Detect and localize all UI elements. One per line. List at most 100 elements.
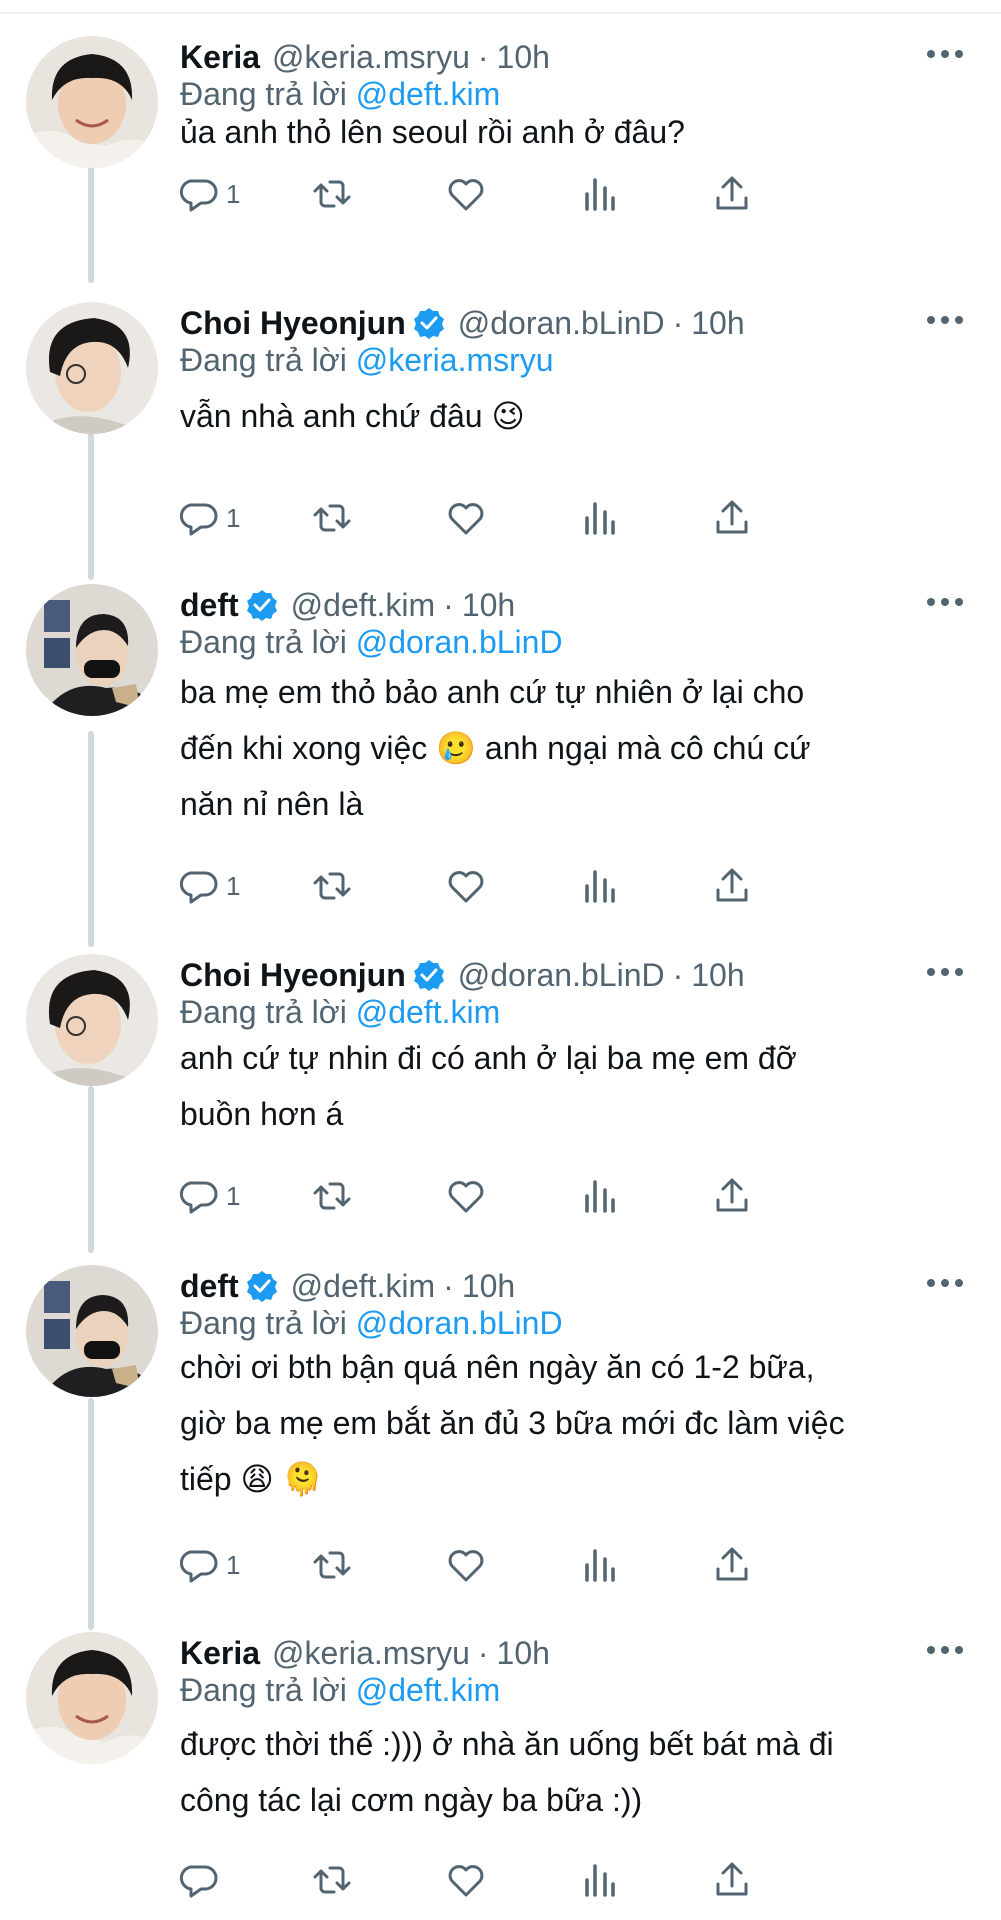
more-icon[interactable] <box>925 310 965 330</box>
reply-button[interactable]: 1 <box>180 864 240 908</box>
like-button[interactable] <box>446 1858 486 1902</box>
avatar[interactable] <box>26 36 158 168</box>
views-button[interactable] <box>580 1174 620 1218</box>
like-button[interactable] <box>446 1543 486 1587</box>
reply-button[interactable]: 1 <box>180 1543 240 1587</box>
retweet-button[interactable] <box>312 1858 352 1902</box>
user-handle[interactable]: @keria.msryu <box>272 39 470 76</box>
share-button[interactable] <box>712 1858 752 1902</box>
timestamp[interactable]: 10h <box>691 957 744 994</box>
retweet-button[interactable] <box>312 1543 352 1587</box>
more-icon[interactable] <box>925 962 965 982</box>
reply-button[interactable]: 1 <box>180 1174 240 1218</box>
user-handle[interactable]: @doran.bLinD <box>458 957 665 994</box>
tweet[interactable]: deft @deft.kim · 10h Đang trả lời @doran… <box>0 1265 1001 1595</box>
timestamp[interactable]: 10h <box>497 1635 550 1672</box>
separator-dot: · <box>477 38 489 75</box>
display-name[interactable]: Keria <box>180 1635 260 1672</box>
timestamp[interactable]: 10h <box>462 587 515 624</box>
share-button[interactable] <box>712 864 752 908</box>
like-icon <box>448 871 484 903</box>
avatar[interactable] <box>26 954 158 1086</box>
reply-button[interactable]: 1 <box>180 496 240 540</box>
reply-button[interactable] <box>180 1858 226 1902</box>
display-name[interactable]: deft <box>180 587 239 624</box>
views-button[interactable] <box>580 1858 620 1902</box>
replying-label: Đang trả lời <box>180 994 347 1030</box>
share-icon <box>716 500 748 534</box>
retweet-button[interactable] <box>312 172 352 216</box>
reply-count: 1 <box>226 1180 241 1211</box>
views-button[interactable] <box>580 172 620 216</box>
separator-dot: · <box>672 956 684 993</box>
more-icon[interactable] <box>925 44 965 64</box>
share-button[interactable] <box>712 1174 752 1218</box>
display-name[interactable]: Keria <box>180 39 260 76</box>
top-divider <box>0 12 1001 14</box>
replying-to: Đang trả lời @deft.kim <box>180 1672 500 1709</box>
retweet-button[interactable] <box>312 496 352 540</box>
timestamp[interactable]: 10h <box>497 39 550 76</box>
reply-icon <box>180 179 218 212</box>
mention-link[interactable]: @keria.msryu <box>356 342 554 378</box>
avatar[interactable] <box>26 1265 158 1397</box>
user-handle[interactable]: @deft.kim <box>291 1268 436 1305</box>
share-button[interactable] <box>712 1543 752 1587</box>
retweet-icon <box>313 504 351 532</box>
replying-to: Đang trả lời @doran.bLinD <box>180 624 563 661</box>
tweet[interactable]: Keria @keria.msryu · 10h Đang trả lời @d… <box>0 36 1001 266</box>
tweet-line: năn nỉ nên là <box>180 786 364 822</box>
replying-label: Đang trả lời <box>180 1672 347 1708</box>
like-button[interactable] <box>446 496 486 540</box>
verified-badge-icon <box>246 590 277 621</box>
views-button[interactable] <box>580 496 620 540</box>
display-name[interactable]: deft <box>180 1268 239 1305</box>
views-button[interactable] <box>580 864 620 908</box>
display-name[interactable]: Choi Hyeonjun <box>180 957 406 994</box>
user-handle[interactable]: @deft.kim <box>291 587 436 624</box>
tweet-line: ủa anh thỏ lên seoul rồi anh ở đâu? <box>180 114 685 150</box>
timestamp[interactable]: 10h <box>691 305 744 342</box>
timestamp[interactable]: 10h <box>462 1268 515 1305</box>
user-handle[interactable]: @doran.bLinD <box>458 305 665 342</box>
reply-icon <box>180 1550 218 1583</box>
tweet-line: ba mẹ em thỏ bảo anh cứ tự nhiên ở lại c… <box>180 674 805 710</box>
tweet-line: đến khi xong việc 🥲 anh ngại mà cô chú c… <box>180 730 811 766</box>
display-name[interactable]: Choi Hyeonjun <box>180 305 406 342</box>
tweet-text: chời ơi bth bận quá nên ngày ăn có 1-2 b… <box>180 1339 970 1507</box>
mention-link[interactable]: @deft.kim <box>356 1672 501 1708</box>
like-button[interactable] <box>446 864 486 908</box>
tweet[interactable]: deft @deft.kim · 10h Đang trả lời @doran… <box>0 584 1001 904</box>
like-button[interactable] <box>446 172 486 216</box>
retweet-button[interactable] <box>312 1174 352 1218</box>
tweet-text: vẫn nhà anh chứ đâu 😉 <box>180 388 970 444</box>
tweet-line: anh cứ tự nhin đi có anh ở lại ba mẹ em … <box>180 1040 797 1076</box>
more-icon[interactable] <box>925 1640 965 1660</box>
retweet-icon <box>313 1551 351 1579</box>
tweet[interactable]: Choi Hyeonjun @doran.bLinD · 10h Đang tr… <box>0 954 1001 1214</box>
views-button[interactable] <box>580 1543 620 1587</box>
reply-button[interactable]: 1 <box>180 172 240 216</box>
avatar[interactable] <box>26 1632 158 1764</box>
user-handle[interactable]: @keria.msryu <box>272 1635 470 1672</box>
verified-badge-icon <box>413 308 444 339</box>
like-icon <box>448 1865 484 1897</box>
more-icon[interactable] <box>925 592 965 612</box>
mention-link[interactable]: @deft.kim <box>356 994 501 1030</box>
mention-link[interactable]: @doran.bLinD <box>356 624 563 660</box>
retweet-button[interactable] <box>312 864 352 908</box>
share-button[interactable] <box>712 496 752 540</box>
more-icon[interactable] <box>925 1273 965 1293</box>
share-button[interactable] <box>712 172 752 216</box>
views-icon <box>585 502 615 535</box>
retweet-icon <box>313 1866 351 1894</box>
reply-count: 1 <box>226 1549 241 1580</box>
avatar[interactable] <box>26 302 158 434</box>
tweet[interactable]: Keria @keria.msryu · 10h Đang trả lời @d… <box>0 1632 1001 1912</box>
separator-dot: · <box>443 1267 454 1304</box>
avatar[interactable] <box>26 584 158 716</box>
like-button[interactable] <box>446 1174 486 1218</box>
tweet-line: vẫn nhà anh chứ đâu 😉 <box>180 398 525 434</box>
tweet[interactable]: Choi Hyeonjun @doran.bLinD · 10h Đang tr… <box>0 302 1001 552</box>
mention-link[interactable]: @doran.bLinD <box>356 1305 563 1341</box>
